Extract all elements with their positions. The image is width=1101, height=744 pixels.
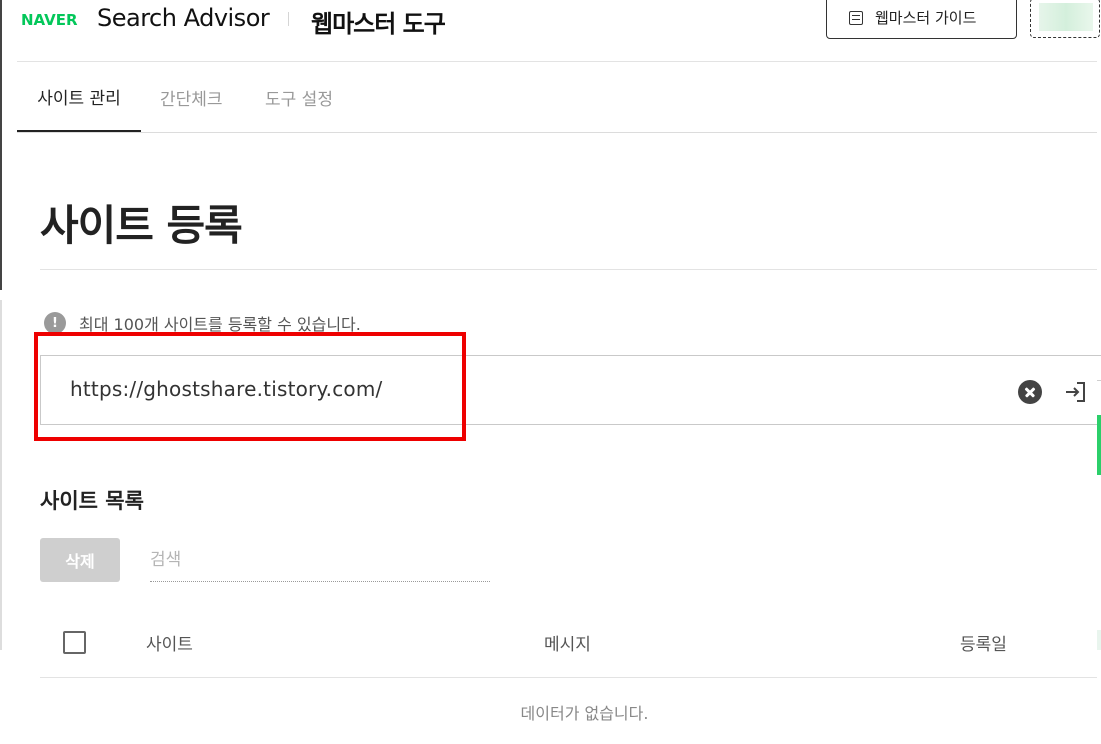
left-edge-strip-lower xyxy=(0,300,2,650)
right-edge-line xyxy=(1097,380,1101,381)
tab-site-management[interactable]: 사이트 관리 xyxy=(17,62,141,132)
info-text: 최대 100개 사이트를 등록할 수 있습니다. xyxy=(79,315,361,334)
search-input[interactable] xyxy=(150,538,490,582)
brand-divider xyxy=(288,12,289,26)
right-edge-strip xyxy=(1097,290,1101,670)
right-edge-green-bar xyxy=(1097,415,1101,475)
site-list-title: 사이트 목록 xyxy=(40,489,144,513)
avatar-image xyxy=(1039,3,1093,31)
brand-tool-title[interactable]: 웹마스터 도구 xyxy=(311,4,446,39)
site-url-input[interactable]: https://ghostshare.tistory.com/ xyxy=(40,355,1101,425)
guide-list-icon xyxy=(849,10,863,25)
delete-button[interactable]: 삭제 xyxy=(40,538,120,582)
empty-state-text: 데이터가 없습니다. xyxy=(520,704,649,723)
table-header: 사이트 메시지 등록일 xyxy=(40,608,1097,678)
column-header-date[interactable]: 등록일 xyxy=(960,630,1007,655)
column-header-site[interactable]: 사이트 xyxy=(146,630,193,655)
webmaster-guide-label: 웹마스터 가이드 xyxy=(875,9,977,27)
site-url-value[interactable]: https://ghostshare.tistory.com/ xyxy=(70,377,382,401)
user-avatar[interactable] xyxy=(1030,0,1100,38)
tab-tool-settings[interactable]: 도구 설정 xyxy=(265,62,333,132)
header: NAVER Search Advisor 웹마스터 도구 웹마스터 가이드 xyxy=(17,0,1100,62)
info-icon: ! xyxy=(44,312,66,334)
naver-logo[interactable]: NAVER xyxy=(21,11,78,29)
tab-simple-check[interactable]: 간단체크 xyxy=(160,62,223,132)
info-notice: ! 최대 100개 사이트를 등록할 수 있습니다. xyxy=(44,311,361,335)
column-header-message[interactable]: 메시지 xyxy=(544,630,591,655)
page-title: 사이트 등록 xyxy=(40,201,243,250)
left-edge-strip xyxy=(0,0,2,290)
webmaster-guide-button[interactable]: 웹마스터 가이드 xyxy=(826,0,1017,39)
tab-bar: 사이트 관리 간단체크 도구 설정 xyxy=(17,62,1097,133)
submit-icon[interactable] xyxy=(1063,380,1087,404)
clear-icon[interactable] xyxy=(1018,380,1042,404)
brand-name[interactable]: Search Advisor xyxy=(97,4,270,32)
right-edge-tint xyxy=(1097,630,1101,650)
select-all-checkbox[interactable] xyxy=(63,631,86,654)
title-divider xyxy=(40,269,1097,270)
